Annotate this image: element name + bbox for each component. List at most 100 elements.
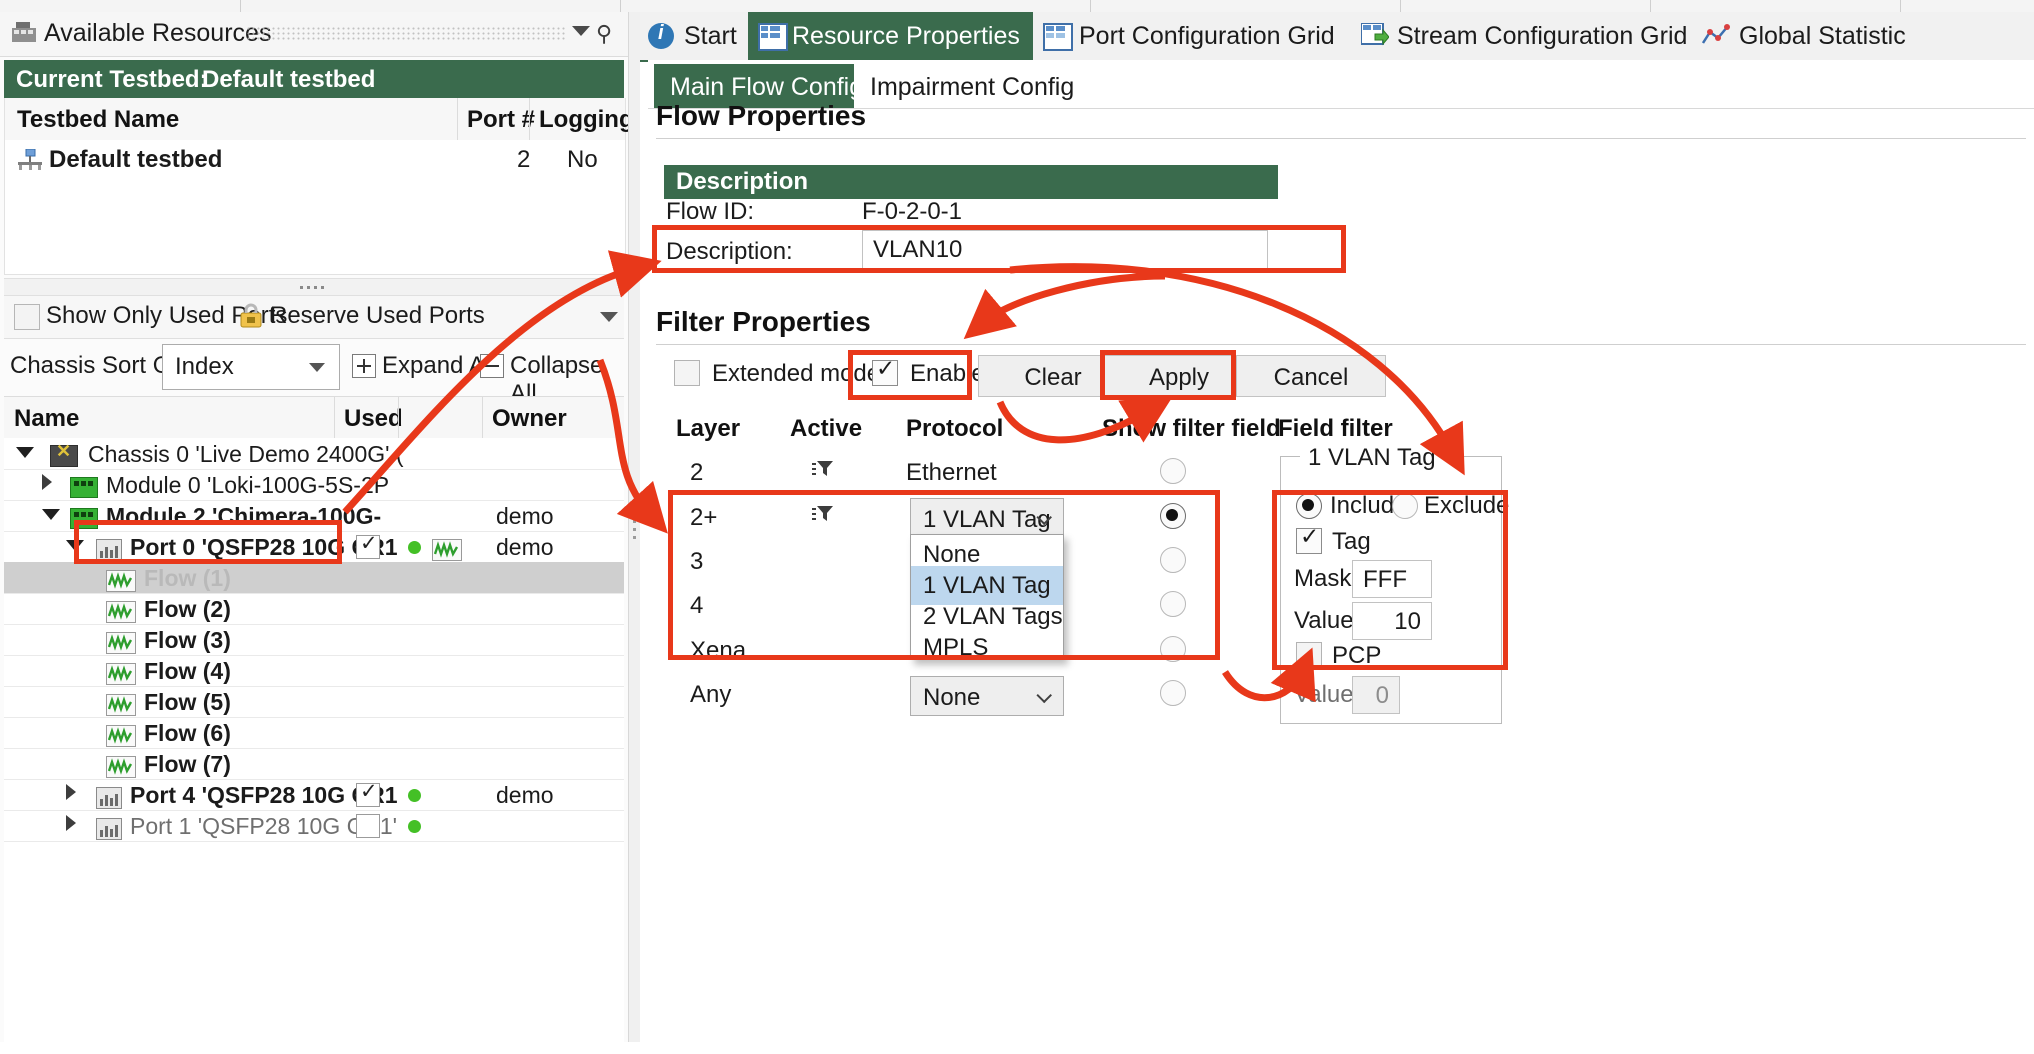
flow-icon bbox=[432, 539, 462, 561]
tree-row-port-1[interactable]: Port 1 'QSFP28 10G CR1' bbox=[4, 810, 624, 842]
show-only-used-ports-checkbox[interactable] bbox=[14, 304, 40, 330]
twisty-open-icon[interactable] bbox=[16, 447, 34, 458]
resource-tree-header: Name Used Owner bbox=[4, 396, 624, 440]
tree-row-module-0[interactable]: Module 0 'Loki-100G-5S-2P bbox=[4, 469, 624, 501]
show-filter-field-radio-any[interactable] bbox=[1160, 680, 1186, 706]
tree-row-label: Flow (7) bbox=[144, 751, 231, 777]
testbed-prefix-label: Current Testbed: bbox=[16, 66, 208, 93]
row-protocol-ethernet: Ethernet bbox=[906, 459, 997, 486]
tree-row-label: Flow (2) bbox=[144, 596, 231, 622]
cancel-button[interactable]: Cancel bbox=[1236, 355, 1386, 397]
tree-col-owner: Owner bbox=[492, 405, 567, 432]
chevron-down-icon bbox=[1038, 692, 1049, 699]
port-status-dot bbox=[408, 541, 421, 554]
chevron-down-icon bbox=[309, 363, 325, 372]
chassis-sort-value: Index bbox=[175, 353, 234, 380]
flow-icon bbox=[106, 663, 136, 685]
tab-resource-properties[interactable]: Resource Properties bbox=[748, 12, 1033, 60]
tab-label: Port Configuration Grid bbox=[1079, 22, 1335, 50]
testbed-name-label: Default testbed bbox=[202, 66, 376, 93]
flow-icon bbox=[106, 601, 136, 623]
chevron-down-icon[interactable] bbox=[572, 26, 590, 36]
application-window: Available Resources ⚲ Current Testbed: D… bbox=[0, 0, 2034, 1054]
port-grid-icon bbox=[1043, 23, 1073, 51]
flow-id-value: F-0-2-0-1 bbox=[862, 198, 963, 225]
reserve-used-ports-label[interactable]: Reserve Used Ports bbox=[270, 302, 485, 330]
tree-row-port-4[interactable]: Port 4 'QSFP28 10G CR1 demo bbox=[4, 779, 624, 811]
tree-row-flow-2[interactable]: Flow (2) bbox=[4, 593, 624, 625]
pin-icon[interactable]: ⚲ bbox=[596, 23, 612, 45]
pcp-value-label: Value: bbox=[1294, 681, 1361, 708]
testbed-table-body bbox=[4, 182, 626, 275]
port-used-checkbox[interactable] bbox=[356, 814, 380, 838]
field-filter-group-title: 1 VLAN Tag bbox=[1300, 444, 1444, 472]
protocol-combo-any[interactable]: None bbox=[910, 676, 1064, 716]
description-group-header: Description bbox=[664, 165, 1278, 199]
panel-title: Available Resources bbox=[44, 19, 272, 47]
tree-row-flow-6[interactable]: Flow (6) bbox=[4, 717, 624, 749]
chassis-icon bbox=[50, 441, 78, 467]
port-status-dot bbox=[408, 789, 421, 802]
twisty-closed-icon[interactable] bbox=[66, 784, 76, 800]
expand-all-label[interactable]: Expand All bbox=[382, 352, 495, 380]
tree-row-label: Flow (6) bbox=[144, 720, 231, 746]
tree-col-used: Used bbox=[344, 405, 403, 432]
tree-row-flow-7[interactable]: Flow (7) bbox=[4, 748, 624, 780]
current-testbed-header: Current Testbed: Default testbed bbox=[4, 60, 624, 98]
tree-row-label: Flow (5) bbox=[144, 689, 231, 715]
expand-all-icon[interactable] bbox=[352, 354, 376, 378]
testbed-row[interactable]: Default testbed 2 No bbox=[4, 140, 626, 182]
stream-grid-icon bbox=[1360, 22, 1390, 48]
cancel-button-label: Cancel bbox=[1273, 364, 1349, 391]
col-layer: Layer bbox=[676, 415, 741, 442]
chassis-sort-select[interactable]: Index bbox=[162, 344, 340, 390]
col-active: Active bbox=[790, 415, 863, 442]
extended-mode-checkbox[interactable] bbox=[674, 360, 700, 386]
tree-row-flow-4[interactable]: Flow (4) bbox=[4, 655, 624, 687]
row-layer-any: Any bbox=[690, 681, 732, 708]
subtab-impairment-config[interactable]: Impairment Config bbox=[854, 64, 1074, 108]
statistics-icon bbox=[1701, 23, 1731, 48]
tab-label: Stream Configuration Grid bbox=[1397, 22, 1688, 50]
tree-row-flow-5[interactable]: Flow (5) bbox=[4, 686, 624, 718]
port-used-checkbox[interactable] bbox=[356, 779, 380, 807]
resources-icon bbox=[12, 22, 36, 44]
options-chevron-down-icon[interactable] bbox=[600, 312, 618, 322]
pcp-value-input[interactable]: 0 bbox=[1352, 676, 1400, 714]
flow-properties-heading: Flow Properties bbox=[656, 100, 867, 131]
col-show-filter-field: Show filter field bbox=[1102, 415, 1281, 442]
testbed-row-logging: No bbox=[567, 146, 598, 173]
tab-start[interactable]: Start bbox=[640, 12, 748, 60]
show-filter-field-radio-2[interactable] bbox=[1160, 458, 1186, 484]
flow-icon bbox=[106, 756, 136, 778]
tree-row-flow-1[interactable]: Flow (1) bbox=[4, 562, 624, 594]
filter-icon[interactable] bbox=[812, 458, 834, 478]
filter-properties-rule bbox=[656, 344, 2026, 345]
annotation-box-flow1 bbox=[74, 520, 342, 564]
protocol-combo-value: None bbox=[923, 684, 981, 711]
panel-splitter-handle[interactable] bbox=[4, 278, 624, 296]
module-icon bbox=[70, 477, 98, 498]
filter-properties-heading: Filter Properties bbox=[656, 306, 871, 337]
tab-stream-configuration-grid[interactable]: Stream Configuration Grid bbox=[1351, 12, 1691, 60]
port-used-checkbox[interactable] bbox=[356, 531, 380, 559]
lock-icon bbox=[238, 303, 264, 329]
annotation-box-enable bbox=[848, 350, 972, 400]
testbed-row-name: Default testbed bbox=[49, 146, 223, 173]
tab-label: Global Statistic bbox=[1739, 22, 1906, 50]
collapse-all-icon[interactable] bbox=[480, 354, 504, 378]
port-status-dot bbox=[408, 820, 421, 833]
row-layer-2: 2 bbox=[690, 459, 704, 486]
tree-row-flow-3[interactable]: Flow (3) bbox=[4, 624, 624, 656]
flow-id-label: Flow ID: bbox=[666, 198, 755, 225]
twisty-open-icon[interactable] bbox=[42, 509, 60, 520]
twisty-closed-icon[interactable] bbox=[66, 815, 76, 831]
twisty-closed-icon[interactable] bbox=[42, 474, 52, 490]
annotation-box-description bbox=[652, 225, 1346, 273]
testbed-row-ports: 2 bbox=[517, 146, 531, 173]
tab-global-statistic[interactable]: Global Statistic bbox=[1691, 12, 1991, 60]
panel-titlebar: Available Resources ⚲ bbox=[0, 12, 628, 57]
tree-row-chassis-0[interactable]: Chassis 0 'Live Demo 2400G' ( bbox=[4, 438, 624, 470]
col-field-filter: Field filter bbox=[1278, 415, 1393, 442]
tab-port-configuration-grid[interactable]: Port Configuration Grid bbox=[1033, 12, 1351, 60]
